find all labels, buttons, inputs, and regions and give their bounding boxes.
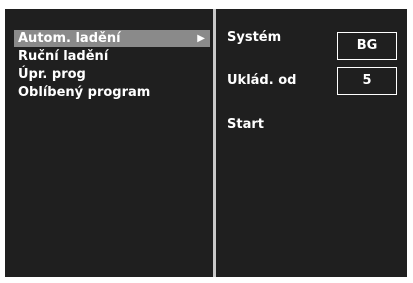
- tv-menu-frame: Autom. ladění ▶ Ruční ladění Úpr. prog O…: [5, 9, 407, 277]
- save-from-value-box[interactable]: 5: [337, 67, 397, 95]
- menu-item-label: Ruční ladění: [18, 49, 109, 64]
- menu-list: Autom. ladění ▶ Ruční ladění Úpr. prog O…: [5, 9, 213, 277]
- system-label: Systém: [227, 30, 282, 45]
- menu-item-label: Úpr. prog: [18, 67, 86, 82]
- save-from-label: Uklád. od: [227, 73, 297, 88]
- start-button[interactable]: Start: [227, 116, 264, 133]
- menu-item-label: Oblíbený program: [18, 85, 151, 100]
- menu-item-favorite-program[interactable]: Oblíbený program: [16, 84, 206, 101]
- menu-item-program-edit[interactable]: Úpr. prog: [16, 66, 206, 83]
- menu-item-label: Autom. ladění: [18, 31, 121, 46]
- play-triangle-icon: ▶: [197, 33, 205, 44]
- system-value-box[interactable]: BG: [337, 32, 397, 60]
- menu-item-auto-tuning[interactable]: Autom. ladění ▶: [14, 30, 210, 47]
- menu-item-manual-tuning[interactable]: Ruční ladění: [16, 48, 206, 65]
- settings-panel: Systém BG Uklád. od 5 Start: [216, 9, 407, 277]
